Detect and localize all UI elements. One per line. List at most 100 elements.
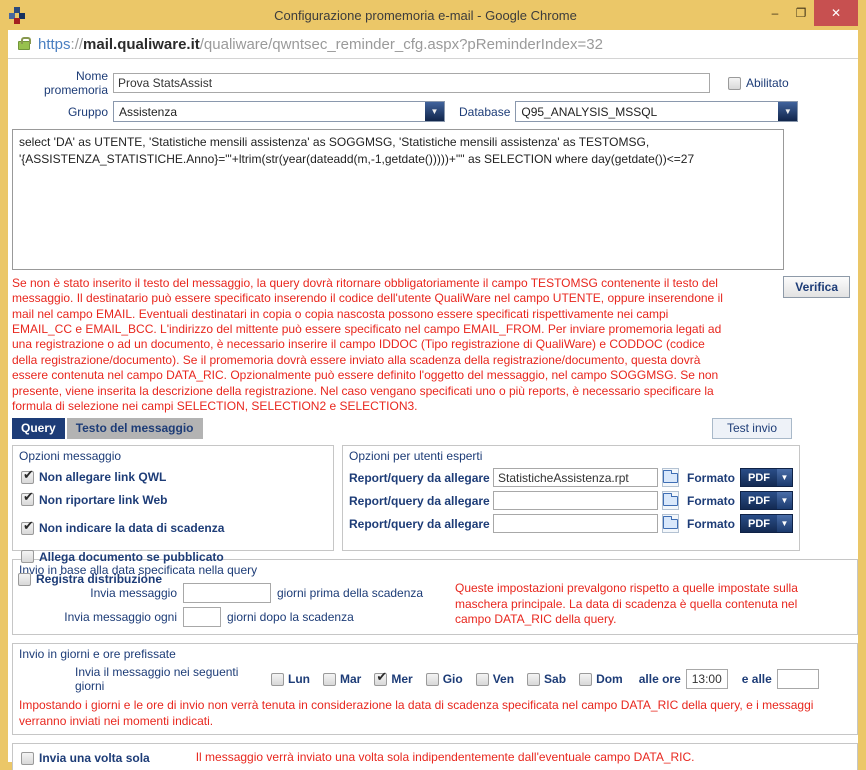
register-distribution-checkbox[interactable] — [18, 573, 31, 586]
browse-report-2-button[interactable] — [662, 491, 679, 510]
ssl-lock-icon[interactable] — [18, 41, 30, 50]
fixed-schedule-label: Invia il messaggio nei seguenti giorni — [75, 665, 271, 693]
mar-checkbox[interactable] — [323, 673, 336, 686]
tab-query[interactable]: Query — [12, 418, 65, 439]
query-help-text: Se non è stato inserito il testo del mes… — [12, 276, 726, 414]
lun-checkbox[interactable] — [271, 673, 284, 686]
format-1-select[interactable]: PDF ▼ — [740, 468, 793, 487]
minimize-button[interactable]: – — [762, 0, 788, 26]
send-after-suffix: giorni dopo la scadenza — [227, 610, 354, 624]
send-once-box: Invia una volta sola Il messaggio verrà … — [12, 743, 858, 770]
report-row: Report/query da allegare Formato PDF ▼ — [349, 514, 793, 533]
url-text[interactable]: https://mail.qualiware.it/qualiware/qwnt… — [38, 36, 603, 53]
no-due-date-checkbox[interactable] — [21, 522, 34, 535]
day-lun[interactable]: Lun — [271, 672, 310, 686]
send-after-label: Invia messaggio ogni — [19, 610, 177, 624]
report-3-input[interactable] — [493, 514, 658, 533]
option-no-qwl-link[interactable]: Non allegare link QWL — [21, 470, 193, 484]
report-row: Report/query da allegare Formato PDF ▼ — [349, 468, 793, 487]
option-attach-if-published[interactable]: Allega documento se pubblicato — [21, 550, 224, 564]
dom-checkbox[interactable] — [579, 673, 592, 686]
test-send-button[interactable]: Test invio — [712, 418, 792, 439]
days-before-input[interactable] — [183, 583, 271, 603]
send-once-checkbox[interactable] — [21, 752, 34, 765]
folder-icon — [663, 496, 678, 506]
browser-popup-window: Configurazione promemoria e-mail - Googl… — [0, 0, 866, 770]
no-web-link-checkbox[interactable] — [21, 493, 34, 506]
message-options-title: Opzioni messaggio — [13, 446, 333, 464]
verify-button[interactable]: Verifica — [783, 276, 850, 298]
database-label: Database — [459, 105, 510, 119]
group-select-value: Assistenza — [114, 102, 425, 121]
send-by-date-title: Invio in base alla data specificata nell… — [13, 560, 857, 578]
day-gio[interactable]: Gio — [426, 672, 463, 686]
send-before-label: Invia messaggio — [19, 586, 177, 600]
sab-checkbox[interactable] — [527, 673, 540, 686]
message-options-box: Opzioni messaggio Non allegare link QWL … — [12, 445, 334, 551]
report-1-input[interactable] — [493, 468, 658, 487]
name-label: Nome promemoria — [12, 69, 108, 97]
close-button[interactable]: ✕ — [814, 0, 858, 26]
format-2-select[interactable]: PDF ▼ — [740, 491, 793, 510]
fixed-schedule-title: Invio in giorni e ore prefissate — [13, 644, 857, 662]
format-3-select[interactable]: PDF ▼ — [740, 514, 793, 533]
send-by-date-note: Queste impostazioni prevalgono rispetto … — [455, 581, 807, 628]
expert-options-title: Opzioni per utenti esperti — [343, 446, 799, 464]
send-before-suffix: giorni prima della scadenza — [277, 586, 423, 600]
folder-icon — [663, 519, 678, 529]
mer-checkbox[interactable] — [374, 673, 387, 686]
chevron-down-icon: ▼ — [778, 102, 797, 121]
name-input[interactable] — [113, 73, 710, 93]
url-path: /qualiware/qwntsec_reminder_cfg.aspx?pRe… — [200, 36, 603, 53]
day-ven[interactable]: Ven — [476, 672, 514, 686]
url-separator: :// — [71, 36, 84, 53]
database-select[interactable]: Q95_ANALYSIS_MSSQL ▼ — [515, 101, 798, 122]
day-sab[interactable]: Sab — [527, 672, 566, 686]
chevron-down-icon: ▼ — [777, 469, 792, 486]
url-host: mail.qualiware.it — [83, 36, 200, 53]
fixed-schedule-note: Impostando i giorni e le ore di invio no… — [13, 695, 857, 734]
group-label: Gruppo — [12, 105, 108, 119]
folder-icon — [663, 473, 678, 483]
url-bar[interactable]: https://mail.qualiware.it/qualiware/qwnt… — [8, 30, 858, 59]
chevron-down-icon: ▼ — [777, 492, 792, 509]
days-after-input[interactable] — [183, 607, 221, 627]
send-once-label: Invia una volta sola — [39, 751, 150, 765]
qualiware-favicon-icon — [9, 7, 25, 23]
attach-if-published-checkbox[interactable] — [21, 550, 34, 563]
time2-input[interactable] — [777, 669, 819, 689]
time1-label: alle ore — [639, 672, 681, 686]
enabled-label: Abilitato — [746, 76, 789, 90]
day-dom[interactable]: Dom — [579, 672, 623, 686]
ven-checkbox[interactable] — [476, 673, 489, 686]
enabled-checkbox[interactable] — [728, 77, 741, 90]
day-mer[interactable]: Mer — [374, 672, 412, 686]
database-select-value: Q95_ANALYSIS_MSSQL — [516, 102, 778, 121]
tab-strip: Query Testo del messaggio Test invio — [12, 418, 852, 439]
group-select[interactable]: Assistenza ▼ — [113, 101, 445, 122]
tab-message-text[interactable]: Testo del messaggio — [67, 418, 203, 439]
title-bar: Configurazione promemoria e-mail - Googl… — [0, 0, 866, 30]
day-mar[interactable]: Mar — [323, 672, 361, 686]
send-once-note: Il messaggio verrà inviato una volta sol… — [196, 750, 695, 766]
chevron-down-icon: ▼ — [425, 102, 444, 121]
send-by-date-box: Invio in base alla data specificata nell… — [12, 559, 858, 635]
expert-options-box: Opzioni per utenti esperti Report/query … — [342, 445, 800, 551]
no-qwl-link-checkbox[interactable] — [21, 471, 34, 484]
url-protocol: https — [38, 36, 71, 53]
option-no-web-link[interactable]: Non riportare link Web — [21, 493, 167, 507]
page-content: Nome promemoria Abilitato Gruppo Assiste… — [8, 59, 858, 762]
browse-report-1-button[interactable] — [662, 468, 679, 487]
browse-report-3-button[interactable] — [662, 514, 679, 533]
maximize-button[interactable]: ❐ — [788, 0, 814, 26]
chevron-down-icon: ▼ — [777, 515, 792, 532]
time2-label: e alle — [742, 672, 772, 686]
window-title: Configurazione promemoria e-mail - Googl… — [25, 8, 866, 23]
report-row: Report/query da allegare Formato PDF ▼ — [349, 491, 793, 510]
option-no-due-date[interactable]: Non indicare la data di scadenza — [21, 521, 224, 535]
gio-checkbox[interactable] — [426, 673, 439, 686]
fixed-schedule-box: Invio in giorni e ore prefissate Invia i… — [12, 643, 858, 735]
report-2-input[interactable] — [493, 491, 658, 510]
time1-input[interactable] — [686, 669, 728, 689]
query-textarea[interactable]: select 'DA' as UTENTE, 'Statistiche mens… — [12, 129, 784, 270]
